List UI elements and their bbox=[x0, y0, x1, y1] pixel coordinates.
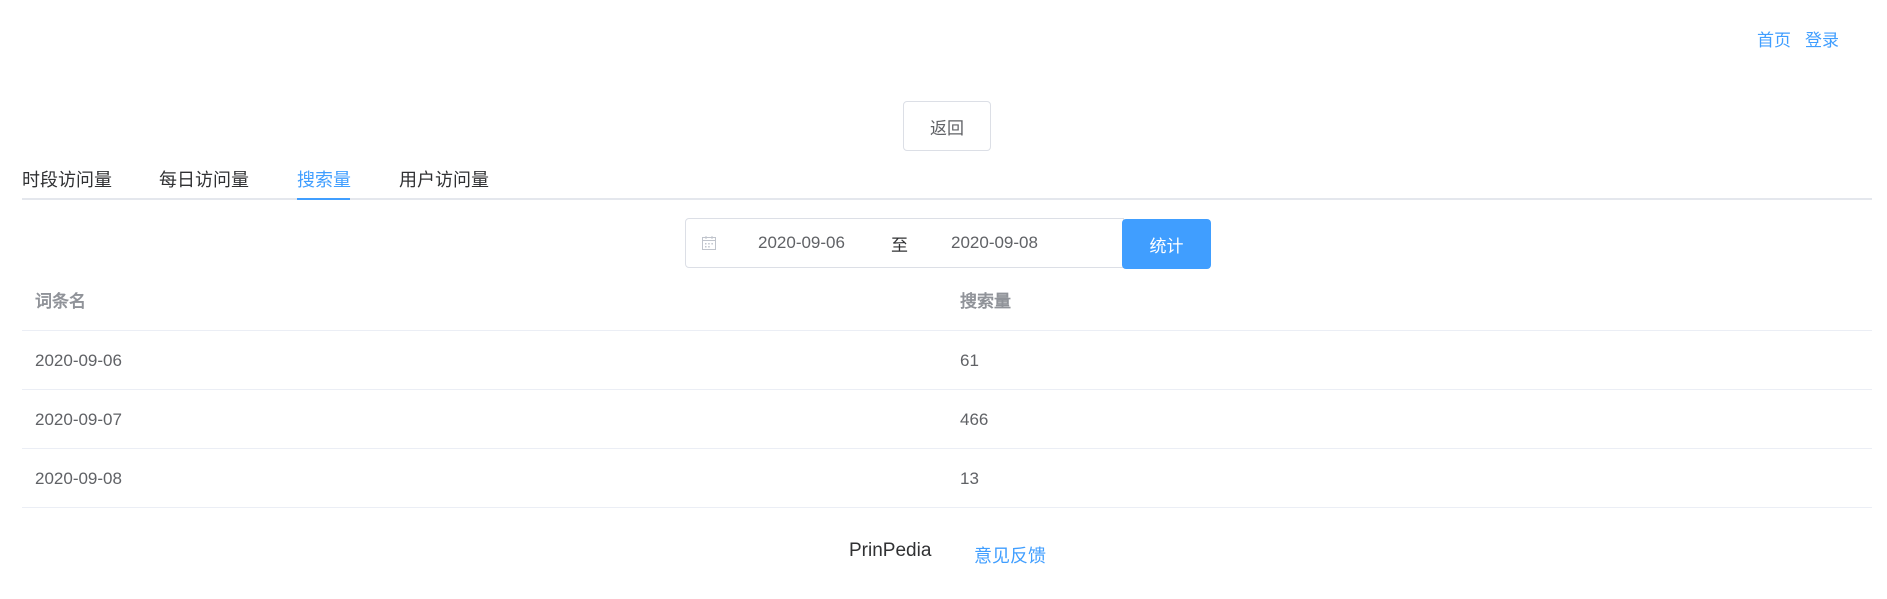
tab-user-visits[interactable]: 用户访问量 bbox=[399, 166, 489, 192]
table-row: 2020-09-08 13 bbox=[22, 449, 1872, 508]
tabs-bar: 时段访问量 每日访问量 搜索量 用户访问量 bbox=[22, 160, 1872, 200]
feedback-link[interactable]: 意见反馈 bbox=[974, 542, 1046, 568]
table-header-row: 词条名 搜索量 bbox=[22, 272, 1872, 331]
calendar-icon bbox=[702, 236, 716, 250]
active-tab-indicator bbox=[297, 198, 350, 200]
cell-search-volume: 13 bbox=[960, 469, 979, 488]
table-row: 2020-09-07 466 bbox=[22, 390, 1872, 449]
statistics-button[interactable]: 统计 bbox=[1122, 219, 1211, 269]
cell-search-volume: 466 bbox=[960, 410, 989, 429]
page: 首页 登录 返回 时段访问量 每日访问量 搜索量 用户访问量 2020-09-0… bbox=[0, 0, 1887, 599]
cell-term: 2020-09-08 bbox=[35, 469, 122, 488]
table-row: 2020-09-06 61 bbox=[22, 331, 1872, 390]
end-date-input[interactable]: 2020-09-08 bbox=[951, 233, 1038, 253]
date-range-picker[interactable]: 2020-09-06 至 2020-09-08 bbox=[685, 218, 1124, 268]
footer-brand: PrinPedia bbox=[849, 540, 932, 561]
column-header-search-volume[interactable]: 搜索量 bbox=[960, 272, 1011, 331]
login-link[interactable]: 登录 bbox=[1805, 26, 1839, 51]
cell-search-volume: 61 bbox=[960, 351, 979, 370]
cell-term: 2020-09-06 bbox=[35, 351, 122, 370]
tab-daily-visits[interactable]: 每日访问量 bbox=[159, 166, 249, 192]
back-button[interactable]: 返回 bbox=[903, 101, 991, 151]
tab-hourly-visits[interactable]: 时段访问量 bbox=[22, 166, 112, 192]
top-nav: 首页 登录 bbox=[1757, 26, 1839, 51]
tab-search-volume[interactable]: 搜索量 bbox=[297, 166, 351, 192]
range-separator: 至 bbox=[891, 235, 908, 255]
column-header-term[interactable]: 词条名 bbox=[35, 272, 86, 331]
search-volume-table: 词条名 搜索量 2020-09-06 61 2020-09-07 466 202… bbox=[22, 272, 1872, 508]
start-date-input[interactable]: 2020-09-06 bbox=[758, 233, 845, 253]
cell-term: 2020-09-07 bbox=[35, 410, 122, 429]
home-link[interactable]: 首页 bbox=[1757, 26, 1791, 51]
